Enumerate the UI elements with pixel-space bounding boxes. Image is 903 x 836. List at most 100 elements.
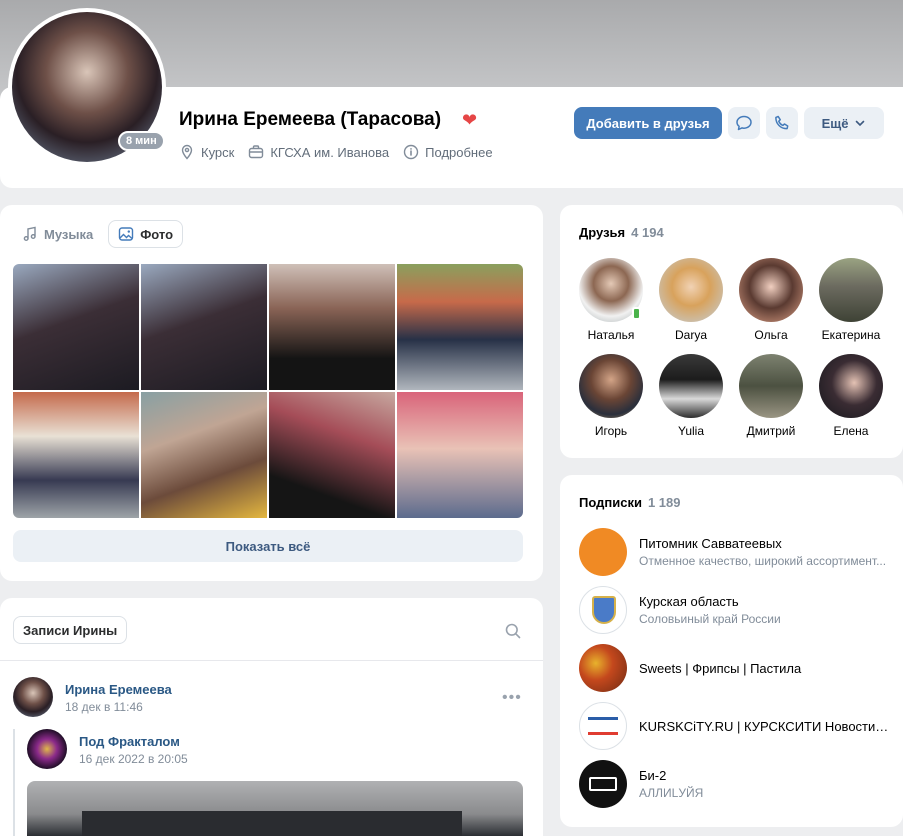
avatar (579, 760, 627, 808)
friend-item[interactable]: Екатерина (811, 258, 891, 342)
post-image-content (82, 811, 462, 836)
subscription-text: Би-2 АЛЛИLУЙЯ (639, 768, 889, 800)
subscription-text: Курская область Соловьиный край России (639, 594, 889, 626)
photo-thumbnail[interactable] (269, 264, 395, 390)
subscription-desc: АЛЛИLУЙЯ (639, 786, 704, 800)
search-icon[interactable] (504, 622, 522, 640)
avatar[interactable] (13, 677, 53, 717)
subscription-text: KURSKCiTY.RU | КУРСКСИТИ Новости Курска (639, 719, 889, 734)
friend-name: Елена (833, 424, 869, 438)
subscription-name: Питомник Савватеевых (639, 536, 782, 551)
mobile-online-icon (632, 307, 641, 320)
subscription-item[interactable]: Курская область Соловьиный край России (579, 586, 889, 634)
phone-icon (775, 115, 789, 130)
photo-thumbnail[interactable] (397, 264, 523, 390)
avatar (579, 258, 643, 322)
subscription-name: Би-2 (639, 768, 667, 783)
location-icon (181, 144, 193, 160)
subscription-desc: Соловьиный край России (639, 612, 781, 626)
subscription-name: Курская область (639, 594, 739, 609)
avatar (739, 354, 803, 418)
more-actions-label: Ещё (821, 115, 849, 131)
avatar (819, 354, 883, 418)
photo-thumbnail[interactable] (269, 392, 395, 518)
city-text: Курск (201, 144, 235, 160)
friend-item[interactable]: Darya (651, 258, 731, 342)
friend-name: Екатерина (821, 328, 881, 342)
repost-date[interactable]: 16 дек 2022 в 20:05 (79, 752, 188, 766)
avatar (579, 702, 627, 750)
kurskcity-logo-icon (588, 717, 618, 735)
bi2-logo-icon (589, 777, 617, 791)
message-button[interactable] (728, 107, 760, 139)
tab-photos[interactable]: Фото (108, 220, 184, 248)
photo-thumbnail[interactable] (13, 392, 139, 518)
subscription-desc: Отменное качество, широкий ассортимент..… (639, 554, 887, 568)
show-all-photos-button[interactable]: Показать всё (13, 530, 523, 562)
photo-icon (119, 227, 134, 241)
more-info-text: Подробнее (425, 144, 493, 160)
more-options-icon[interactable]: ••• (502, 689, 522, 707)
avatar (579, 644, 627, 692)
post-author[interactable]: Ирина Еремеева (65, 682, 172, 697)
photo-thumbnail[interactable] (397, 392, 523, 518)
friends-count: 4 194 (631, 225, 664, 240)
education-item[interactable]: КГСХА им. Иванова (248, 144, 389, 160)
friend-item[interactable]: Игорь (571, 354, 651, 438)
avatar (659, 258, 723, 322)
subscription-item[interactable]: Питомник Савватеевых Отменное качество, … (579, 528, 889, 576)
subscription-item[interactable]: Sweets | Фрипсы | Пастила (579, 644, 889, 692)
chevron-down-icon (856, 120, 865, 127)
avatar (739, 258, 803, 322)
post-image[interactable] (27, 781, 523, 836)
photo-thumbnail[interactable] (141, 392, 267, 518)
friend-name: Yulia (677, 424, 705, 438)
subscriptions-header[interactable]: Подписки 1 189 (579, 495, 680, 510)
avatar (579, 354, 643, 418)
friend-item[interactable]: Yulia (651, 354, 731, 438)
profile-meta: Курск КГСХА им. Иванова Подробнее (179, 144, 493, 160)
friend-item[interactable]: Наталья (571, 258, 651, 342)
friend-name: Игорь (594, 424, 628, 438)
heart-icon: ❤ (462, 110, 478, 130)
city-item: Курск (179, 144, 234, 160)
subscriptions-title: Подписки (579, 495, 642, 510)
music-icon (23, 226, 36, 241)
subscriptions-count: 1 189 (647, 495, 681, 510)
profile-name: Ирина Еремеева (Тарасова) (179, 109, 442, 130)
avatar (819, 258, 883, 322)
post-date[interactable]: 18 дек в 11:46 (65, 700, 143, 714)
avatar[interactable] (27, 729, 67, 769)
subscription-item[interactable]: Би-2 АЛЛИLУЙЯ (579, 760, 889, 808)
more-actions-button[interactable]: Ещё (804, 107, 884, 139)
photo-thumbnail[interactable] (141, 264, 267, 390)
friend-name: Наталья (587, 328, 635, 342)
friend-item[interactable]: Елена (811, 354, 891, 438)
divider (0, 660, 543, 661)
photo-thumbnail[interactable] (13, 264, 139, 390)
subscription-name: KURSKCiTY.RU | КУРСКСИТИ Новости Курска (639, 718, 889, 734)
avatar (659, 354, 723, 418)
tab-music[interactable]: Музыка (13, 220, 102, 248)
friend-item[interactable]: Ольга (731, 258, 811, 342)
friends-title: Друзья (579, 225, 626, 240)
subscription-text: Питомник Савватеевых Отменное качество, … (639, 536, 889, 568)
add-friend-button[interactable]: Добавить в друзья (574, 107, 722, 139)
online-status-badge: 8 мин (118, 131, 165, 151)
call-button[interactable] (766, 107, 798, 139)
friend-item[interactable]: Дмитрий (731, 354, 811, 438)
tab-wall-posts[interactable]: Записи Ирины (13, 616, 128, 644)
briefcase-icon (249, 145, 264, 159)
repost-author[interactable]: Под Фракталом (79, 734, 180, 749)
subscription-item[interactable]: KURSKCiTY.RU | КУРСКСИТИ Новости Курска (579, 702, 889, 750)
education-text: КГСХА им. Иванова (270, 144, 390, 160)
friends-header[interactable]: Друзья 4 194 (579, 225, 664, 240)
tab-photos-label: Фото (140, 226, 174, 242)
info-icon (403, 144, 419, 160)
more-info-item[interactable]: Подробнее (403, 144, 493, 160)
friend-name: Darya (674, 328, 707, 342)
media-tabs: Музыка Фото (13, 220, 184, 248)
avatar (579, 528, 627, 576)
repost-line (13, 729, 15, 836)
friend-name: Дмитрий (746, 424, 796, 438)
